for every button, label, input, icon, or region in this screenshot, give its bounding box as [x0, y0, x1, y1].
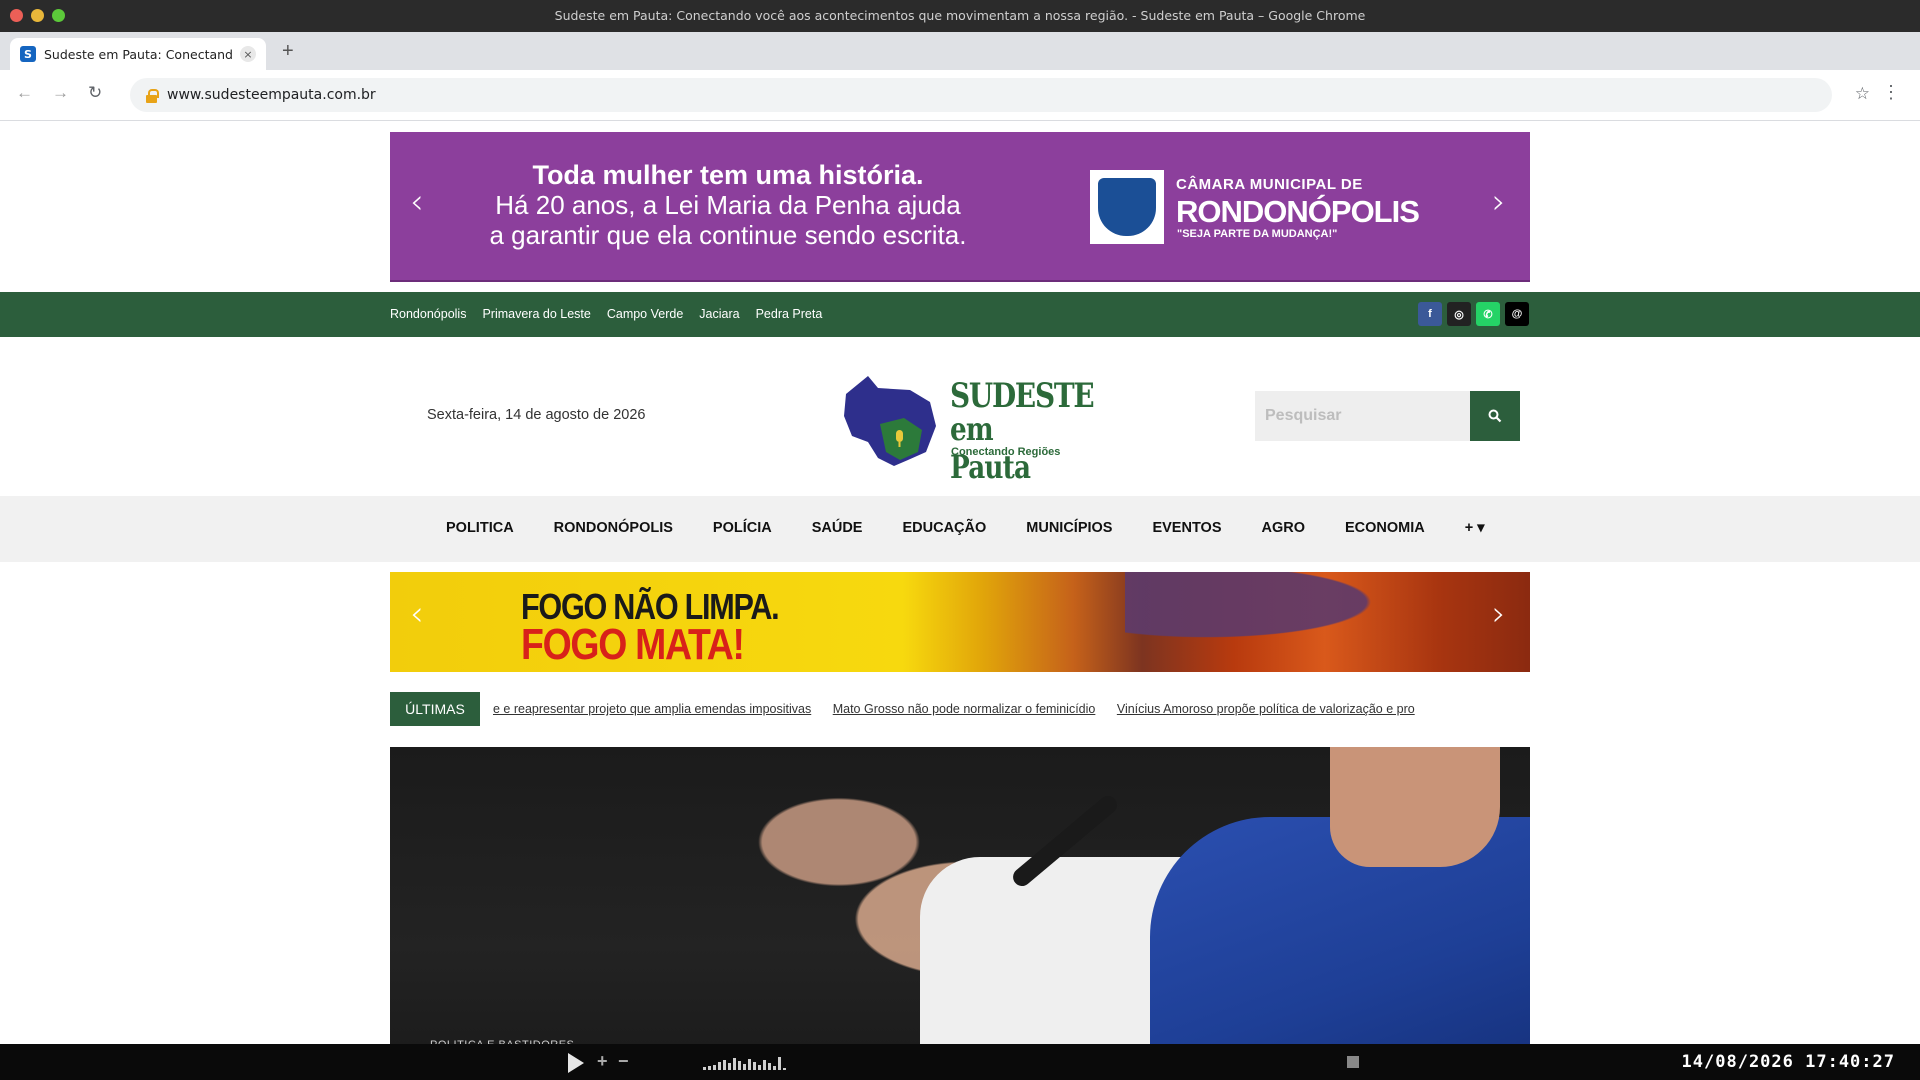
- menu-item-politica[interactable]: POLITICA: [446, 520, 514, 536]
- search-input[interactable]: [1255, 391, 1470, 441]
- fire-campaign-banner[interactable]: ‹ FOGO NÃO LIMPA. FOGO MATA! ›: [390, 572, 1530, 672]
- ad-text-line: Há 20 anos, a Lei Maria da Penha ajuda: [495, 190, 961, 220]
- tab-close-icon[interactable]: ×: [240, 46, 256, 62]
- current-date: Sexta-feira, 14 de agosto de 2026: [427, 407, 646, 423]
- ticker-link[interactable]: Vinícius Amoroso propõe política de valo…: [1117, 702, 1415, 716]
- ticker-link[interactable]: Mato Grosso não pode normalizar o femini…: [833, 702, 1096, 716]
- browser-toolbar: ← → ↻ www.sudesteempauta.com.br ☆ ⋮: [0, 70, 1920, 121]
- bookmark-star-icon[interactable]: ☆: [1855, 84, 1870, 104]
- search-icon: [1488, 409, 1502, 423]
- social-links: f ◎ ✆ @: [1418, 302, 1529, 326]
- menu-item-policia[interactable]: POLÍCIA: [713, 520, 772, 536]
- site-favicon-icon: S: [20, 46, 36, 62]
- ad-org-line: CÂMARA MUNICIPAL DE: [1176, 176, 1363, 193]
- ad-headline: Toda mulher tem uma história.: [532, 160, 924, 190]
- stop-icon[interactable]: [1347, 1056, 1359, 1068]
- city-link[interactable]: Jaciara: [699, 307, 739, 321]
- ad-org-slogan: "SEJA PARTE DA MUDANÇA!": [1177, 228, 1338, 240]
- clock-display: 14/08/2026 17:40:27: [1681, 1052, 1895, 1072]
- media-player-bar: + − 14/08/2026 17:40:27: [0, 1044, 1920, 1080]
- web-page: ‹ Toda mulher tem uma história. Há 20 an…: [0, 121, 1920, 1080]
- city-link[interactable]: Pedra Preta: [756, 307, 823, 321]
- chevron-right-icon[interactable]: ›: [1492, 594, 1506, 634]
- ad-org-name: RONDONÓPOLIS: [1176, 194, 1420, 229]
- browser-menu-icon[interactable]: ⋮: [1882, 82, 1900, 103]
- city-link[interactable]: Primavera do Leste: [482, 307, 590, 321]
- threads-icon[interactable]: @: [1505, 302, 1529, 326]
- chevron-left-icon[interactable]: ‹: [410, 182, 424, 222]
- chevron-right-icon[interactable]: ›: [1492, 182, 1506, 222]
- rondonopolis-crest-logo: [1090, 170, 1164, 244]
- url-text[interactable]: www.sudesteempauta.com.br: [167, 87, 376, 103]
- address-bar[interactable]: www.sudesteempauta.com.br: [130, 78, 1832, 112]
- menu-item-educacao[interactable]: EDUCAÇÃO: [902, 520, 986, 536]
- banner-headline-red: FOGO MATA!: [521, 620, 745, 669]
- instagram-icon[interactable]: ◎: [1447, 302, 1471, 326]
- menu-item-rondonopolis[interactable]: RONDONÓPOLIS: [554, 520, 673, 536]
- news-ticker: ÚLTIMAS e e reapresentar projeto que amp…: [390, 692, 1530, 726]
- menu-items: POLITICA RONDONÓPOLIS POLÍCIA SAÚDE EDUC…: [446, 520, 1485, 536]
- menu-more-dropdown[interactable]: + ▾: [1465, 520, 1485, 536]
- city-link[interactable]: Campo Verde: [607, 307, 683, 321]
- lock-icon[interactable]: [146, 88, 159, 103]
- menu-item-saude[interactable]: SAÚDE: [812, 520, 863, 536]
- ad-text-line: a garantir que ela continue sendo escrit…: [489, 220, 967, 250]
- back-arrow-icon[interactable]: ←: [16, 83, 33, 103]
- menu-item-eventos[interactable]: EVENTOS: [1152, 520, 1221, 536]
- menu-item-economia[interactable]: ECONOMIA: [1345, 520, 1425, 536]
- menu-item-municipios[interactable]: MUNICÍPIOS: [1026, 520, 1112, 536]
- search-form: [1255, 391, 1520, 441]
- mato-grosso-map-icon: [844, 376, 936, 466]
- tab-strip: S Sudeste em Pauta: Conectando v... × +: [0, 32, 1920, 70]
- logo-tagline: Conectando Regiões: [951, 446, 1061, 458]
- menu-item-agro[interactable]: AGRO: [1262, 520, 1306, 536]
- play-icon[interactable]: [568, 1053, 584, 1073]
- ticker-label: ÚLTIMAS: [390, 692, 480, 726]
- top-ad-banner[interactable]: ‹ Toda mulher tem uma história. Há 20 an…: [390, 132, 1530, 282]
- window-titlebar: Sudeste em Pauta: Conectando você aos ac…: [0, 0, 1920, 32]
- hero-photo-face: [1330, 747, 1500, 867]
- new-tab-button[interactable]: +: [282, 40, 294, 63]
- audio-level-meter: [703, 1054, 786, 1070]
- main-menu: POLITICA RONDONÓPOLIS POLÍCIA SAÚDE EDUC…: [0, 496, 1920, 562]
- reload-icon[interactable]: ↻: [88, 83, 102, 103]
- chevron-left-icon[interactable]: ‹: [410, 594, 424, 634]
- city-topbar: Rondonópolis Primavera do Leste Campo Ve…: [0, 292, 1920, 337]
- forward-arrow-icon[interactable]: →: [52, 83, 69, 103]
- facebook-icon[interactable]: f: [1418, 302, 1442, 326]
- volume-down-button[interactable]: −: [618, 1051, 629, 1072]
- trees-illustration: [1125, 572, 1530, 672]
- search-button[interactable]: [1470, 391, 1520, 441]
- city-links: Rondonópolis Primavera do Leste Campo Ve…: [390, 307, 822, 321]
- window-title: Sudeste em Pauta: Conectando você aos ac…: [554, 8, 1366, 23]
- tab-title: Sudeste em Pauta: Conectando v...: [44, 46, 232, 62]
- tab-active[interactable]: S Sudeste em Pauta: Conectando v... ×: [10, 38, 266, 70]
- whatsapp-icon[interactable]: ✆: [1476, 302, 1500, 326]
- featured-story[interactable]: POLITICA E BASTIDORES: [390, 747, 1530, 1080]
- site-logo[interactable]: SUDESTE em Pauta Conectando Regiões: [838, 372, 1095, 486]
- ticker-link[interactable]: e e reapresentar projeto que amplia emen…: [493, 702, 811, 716]
- ticker-items: e e reapresentar projeto que amplia emen…: [493, 702, 1455, 716]
- volume-up-button[interactable]: +: [597, 1051, 608, 1072]
- city-link[interactable]: Rondonópolis: [390, 307, 466, 321]
